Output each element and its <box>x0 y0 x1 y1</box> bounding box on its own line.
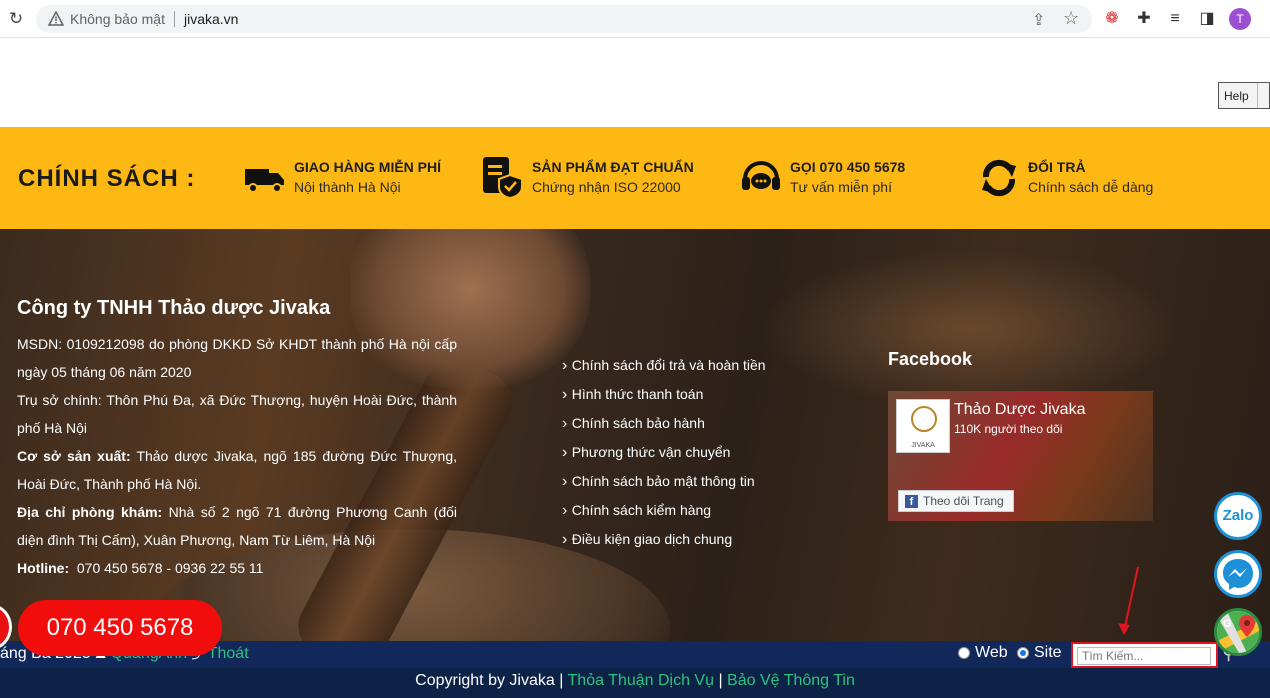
search-box-highlight <box>1071 642 1218 668</box>
google-maps-button[interactable]: G <box>1214 608 1262 656</box>
profile-avatar[interactable]: T <box>1229 8 1251 30</box>
hotline-button[interactable]: 070 450 5678 <box>18 600 222 656</box>
tree-logo-icon <box>911 406 937 432</box>
policy-links: Chính sách đổi trả và hoàn tiền Hình thứ… <box>562 351 766 554</box>
facebook-icon: f <box>905 495 918 508</box>
footer-link-terms[interactable]: Điều kiện giao dịch chung <box>562 525 766 554</box>
headset-icon <box>742 161 780 190</box>
facebook-follow-button[interactable]: f Theo dõi Trang <box>898 490 1014 512</box>
footer-link-privacy[interactable]: Chính sách bảo mật thông tin <box>562 467 766 496</box>
url-text[interactable]: jivaka.vn <box>184 11 238 27</box>
radio-site-label: Site <box>1034 644 1062 661</box>
background-photo <box>760 249 1180 409</box>
policy-subtitle: Chính sách dễ dàng <box>1028 179 1154 195</box>
truck-icon <box>245 169 284 193</box>
zalo-chat-button[interactable]: Zalo <box>1214 492 1262 540</box>
radio-site[interactable] <box>1017 647 1029 659</box>
map-pin-icon: G <box>1217 611 1259 653</box>
address-bar[interactable]: Không bảo mật jivaka.vn ⇪ ☆ <box>36 5 1092 33</box>
help-button[interactable]: Help <box>1218 82 1270 109</box>
svg-text:G: G <box>1223 618 1232 630</box>
copyright-text: Copyright by Jivaka <box>415 672 555 689</box>
facebook-followers: 110K người theo dõi <box>954 422 1063 436</box>
page-logo[interactable]: JIVAKA <box>896 399 950 453</box>
bookmark-star-icon[interactable]: ☆ <box>1063 8 1079 29</box>
policy-title: SẢN PHẨM ĐẠT CHUẨN <box>532 159 694 175</box>
company-hotline: Hotline: 070 450 5678 - 0936 22 55 11 <box>17 560 264 576</box>
policy-title: GỌI 070 450 5678 <box>790 159 906 175</box>
radio-web[interactable] <box>958 647 970 659</box>
refresh-icon <box>982 159 1016 197</box>
warning-icon <box>48 11 64 26</box>
puzzle-icon[interactable]: ✚ <box>1133 8 1155 30</box>
footer-link-return-policy[interactable]: Chính sách đổi trả và hoàn tiền <box>562 351 766 380</box>
copyright-bar: Copyright by Jivaka | Thỏa Thuận Dịch Vụ… <box>0 668 1270 698</box>
policy-heading: CHÍNH SÁCH : <box>18 165 196 192</box>
certificate-icon <box>483 157 523 199</box>
reload-icon[interactable]: ↻ <box>6 9 26 29</box>
company-factory: Cơ sở sản xuất: Thảo dược Jivaka, ngõ 18… <box>17 448 457 492</box>
policy-subtitle: Tư vấn miễn phí <box>790 179 892 195</box>
policy-subtitle: Nội thành Hà Nội <box>294 179 401 195</box>
policy-title: ĐỔI TRẢ <box>1028 159 1086 175</box>
radio-web-label: Web <box>975 644 1008 661</box>
facebook-heading: Facebook <box>888 349 973 369</box>
footer-link-inspection[interactable]: Chính sách kiểm hàng <box>562 496 766 525</box>
company-head-office: Trụ sở chính: Thôn Phú Đa, xã Đức Thượng… <box>17 392 457 436</box>
side-panel-icon[interactable]: ◨ <box>1196 8 1218 30</box>
messenger-icon <box>1223 559 1253 590</box>
company-name: Công ty TNHH Thảo dược Jivaka <box>17 297 331 319</box>
policy-subtitle: Chứng nhận ISO 22000 <box>532 179 681 195</box>
facebook-page-widget[interactable]: JIVAKA Thảo Dược Jivaka 110K người theo … <box>888 391 1153 521</box>
messenger-chat-button[interactable] <box>1214 550 1262 598</box>
company-info: Công ty TNHH Thảo dược Jivaka MSDN: 0109… <box>17 297 457 582</box>
company-msdn: MSDN: 0109212098 do phòng DKKD Sở KHDT t… <box>17 336 457 380</box>
footer-link-warranty[interactable]: Chính sách bảo hành <box>562 409 766 438</box>
share-icon[interactable]: ⇪ <box>1032 10 1045 30</box>
footer-link-payment[interactable]: Hình thức thanh toán <box>562 380 766 409</box>
media-control-icon[interactable]: ≡ <box>1164 8 1186 30</box>
policy-title: GIAO HÀNG MIỄN PHÍ <box>294 159 442 175</box>
company-clinic: Địa chỉ phòng khám: Nhà số 2 ngõ 71 đườn… <box>17 504 457 548</box>
extension-icon[interactable]: ❁ <box>1101 8 1123 30</box>
annotation-arrow <box>1118 566 1139 635</box>
privacy-link[interactable]: Bảo Vệ Thông Tin <box>727 672 855 689</box>
terms-link[interactable]: Thỏa Thuận Dịch Vụ <box>568 672 714 689</box>
search-input[interactable] <box>1077 647 1211 665</box>
policy-banner: CHÍNH SÁCH : GIAO HÀNG MIỄN PHÍ Nội thàn… <box>0 127 1270 229</box>
facebook-page-name[interactable]: Thảo Dược Jivaka <box>954 401 1085 419</box>
footer-link-shipping[interactable]: Phương thức vận chuyển <box>562 438 766 467</box>
browser-toolbar: ↻ Không bảo mật jivaka.vn ⇪ ☆ ❁ ✚ ≡ ◨ T <box>0 0 1270 38</box>
security-label[interactable]: Không bảo mật <box>70 11 165 27</box>
divider <box>174 11 175 27</box>
site-footer: Công ty TNHH Thảo dược Jivaka MSDN: 0109… <box>0 229 1270 641</box>
